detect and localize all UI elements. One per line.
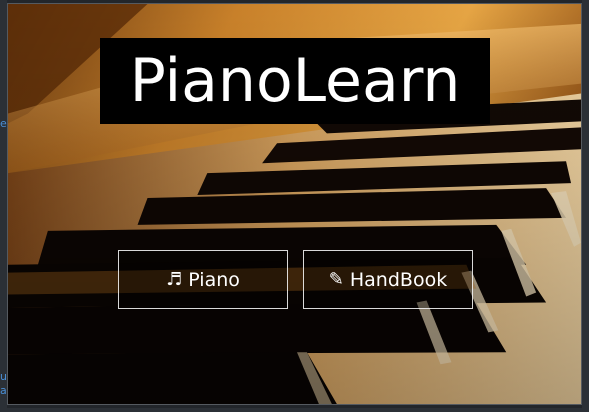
edge-text-fragment: a bbox=[0, 384, 7, 397]
piano-button[interactable]: ♬ Piano bbox=[118, 250, 288, 309]
pencil-icon: ✎ bbox=[328, 269, 344, 290]
app-title-banner: PianoLearn bbox=[100, 38, 490, 124]
edge-text-fragment: e bbox=[0, 117, 7, 130]
handbook-button[interactable]: ✎ HandBook bbox=[303, 250, 473, 309]
bottom-window-edge bbox=[0, 408, 589, 412]
app-viewport: PianoLearn ♬ Piano ✎ HandBook bbox=[7, 3, 582, 405]
piano-button-label: Piano bbox=[188, 268, 240, 291]
handbook-button-label: HandBook bbox=[349, 268, 448, 291]
app-title: PianoLearn bbox=[129, 46, 461, 116]
music-notes-icon: ♬ bbox=[166, 269, 183, 290]
left-window-edge: e u a bbox=[0, 0, 7, 412]
right-window-edge bbox=[582, 0, 589, 412]
edge-text-fragment: u bbox=[0, 370, 7, 383]
